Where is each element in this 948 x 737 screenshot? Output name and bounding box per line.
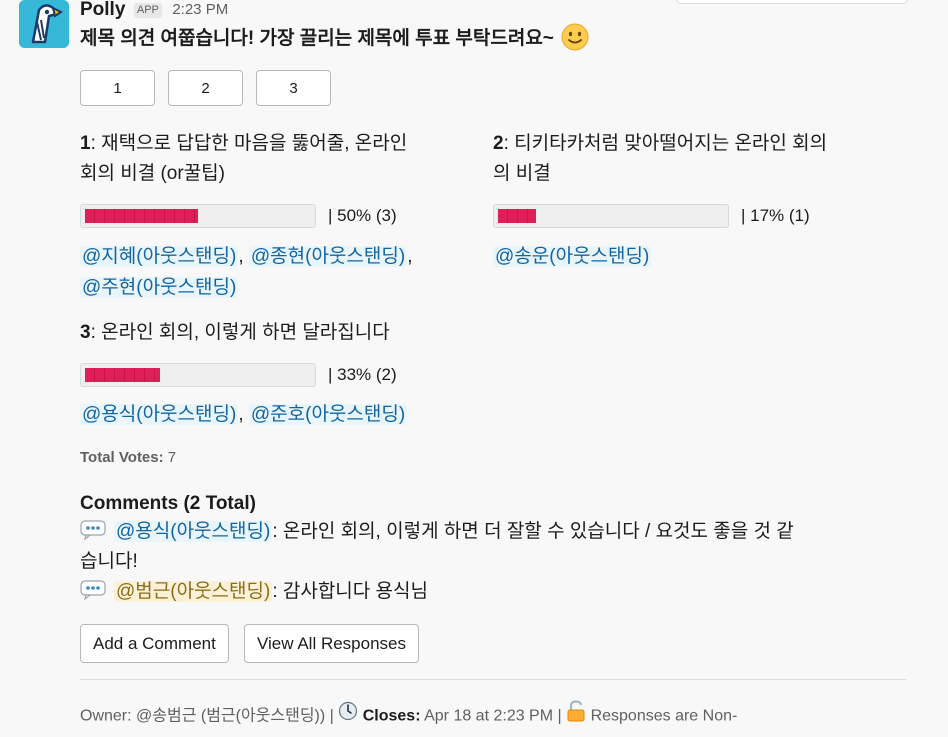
- voter-mention[interactable]: @지혜(아웃스탠딩): [80, 246, 239, 267]
- option-1-voters: @지혜(아웃스탠딩), @종현(아웃스탠딩), @주현(아웃스탠딩): [80, 241, 480, 303]
- voter-mention[interactable]: @용식(아웃스탠딩): [80, 404, 239, 425]
- polly-app-avatar[interactable]: [19, 0, 69, 48]
- progress-fill: [498, 209, 536, 223]
- option-text: : 온라인 회의, 이렇게 하면 달라집니다: [90, 322, 390, 343]
- speech-bubble-icon: [80, 580, 106, 601]
- option-3-voters: @용식(아웃스탠딩), @준호(아웃스탠딩): [80, 399, 500, 430]
- comment-text: : 온라인 회의, 이렇게 하면 더 잘할 수 있습니다 / 요것도 좋을 것 …: [272, 521, 794, 542]
- comment-text: : 감사합니다 용식님: [272, 581, 428, 602]
- option-1-title: 1: 재택으로 답답한 마음을 뚫어줄, 온라인 회의 비결 (or꿀팁): [80, 129, 480, 189]
- option-number: 3: [80, 322, 91, 343]
- option-3-percent: | 33% (2): [328, 365, 397, 384]
- option-3-title: 3: 온라인 회의, 이렇게 하면 달라집니다: [80, 318, 500, 348]
- speech-bubble-icon: [80, 520, 106, 541]
- total-votes-label: Total Votes:: [80, 449, 164, 466]
- option-number: 2: [493, 133, 504, 154]
- vote-button-3[interactable]: 3: [256, 70, 331, 106]
- separator: |: [329, 707, 334, 725]
- unlocked-padlock-icon: [566, 700, 586, 729]
- vote-button-2[interactable]: 2: [168, 70, 243, 106]
- separator: ,: [407, 246, 413, 267]
- owner-label: Owner: @송범근 (범근(아웃스탠딩)): [80, 707, 326, 725]
- clock-icon: [338, 701, 358, 728]
- separator: ,: [238, 404, 244, 425]
- total-votes-value: 7: [167, 449, 177, 466]
- option-text-continued: 의 비결: [493, 163, 551, 184]
- message-timestamp[interactable]: 2:23 PM: [172, 1, 228, 18]
- option-3-progress-bar: [80, 363, 316, 387]
- total-votes: Total Votes: 7: [80, 448, 176, 468]
- poll-title-text: 제목 의견 여쭙습니다! 가장 끌리는 제목에 투표 부탁드려요~: [80, 28, 554, 49]
- responses-visibility: Responses are Non-: [590, 707, 738, 725]
- voter-mention[interactable]: @준호(아웃스탠딩): [248, 404, 408, 425]
- option-2-voters: @송운(아웃스탠딩): [493, 241, 903, 272]
- option-number: 1: [80, 133, 91, 154]
- sender-name[interactable]: Polly: [80, 0, 125, 20]
- option-2-percent: | 17% (1): [741, 206, 810, 225]
- progress-fill: [85, 209, 198, 223]
- option-1-percent: | 50% (3): [328, 206, 397, 225]
- divider: [80, 679, 906, 680]
- option-text: : 티키타카처럼 맞아떨어지는 온라인 회의: [503, 133, 828, 154]
- option-2-progress-bar: [493, 204, 729, 228]
- voter-mention[interactable]: @종현(아웃스탠딩): [248, 246, 408, 267]
- vote-button-1[interactable]: 1: [80, 70, 155, 106]
- closes-label: Closes:: [362, 707, 421, 725]
- comment-item: @용식(아웃스탠딩): 온라인 회의, 이렇게 하면 더 잘할 수 있습니다 /…: [80, 517, 900, 577]
- app-badge: APP: [133, 2, 162, 18]
- comments-heading: Comments (2 Total): [80, 493, 256, 514]
- option-text: : 재택으로 답답한 마음을 뚫어줄, 온라인: [90, 133, 408, 154]
- option-text-continued: 회의 비결 (or꿀팁): [80, 163, 225, 184]
- separator: ,: [238, 246, 244, 267]
- message-header: Polly APP 2:23 PM: [80, 0, 920, 20]
- add-comment-button[interactable]: Add a Comment: [80, 624, 229, 663]
- slightly-smiling-face-icon: [561, 23, 589, 51]
- view-all-responses-button[interactable]: View All Responses: [244, 624, 419, 663]
- voter-mention[interactable]: @주현(아웃스탠딩): [80, 277, 239, 298]
- option-1-progress-bar: [80, 204, 316, 228]
- option-2-title: 2: 티키타카처럼 맞아떨어지는 온라인 회의 의 비결: [493, 129, 903, 189]
- comment-text-continued: 습니다!: [80, 551, 138, 572]
- poll-title: 제목 의견 여쭙습니다! 가장 끌리는 제목에 투표 부탁드려요~: [80, 23, 589, 54]
- separator: |: [557, 707, 562, 725]
- comment-author-mention[interactable]: @용식(아웃스탠딩): [114, 521, 273, 542]
- voter-mention[interactable]: @송운(아웃스탠딩): [493, 246, 652, 267]
- comment-item: @범근(아웃스탠딩): 감사합니다 용식님: [80, 577, 900, 607]
- comment-author-mention[interactable]: @범근(아웃스탠딩): [114, 581, 273, 602]
- progress-fill: [85, 368, 160, 382]
- poll-footer: Owner: @송범근 (범근(아웃스탠딩)) | Closes: Apr 18…: [80, 700, 738, 731]
- closes-value: Apr 18 at 2:23 PM: [424, 707, 554, 725]
